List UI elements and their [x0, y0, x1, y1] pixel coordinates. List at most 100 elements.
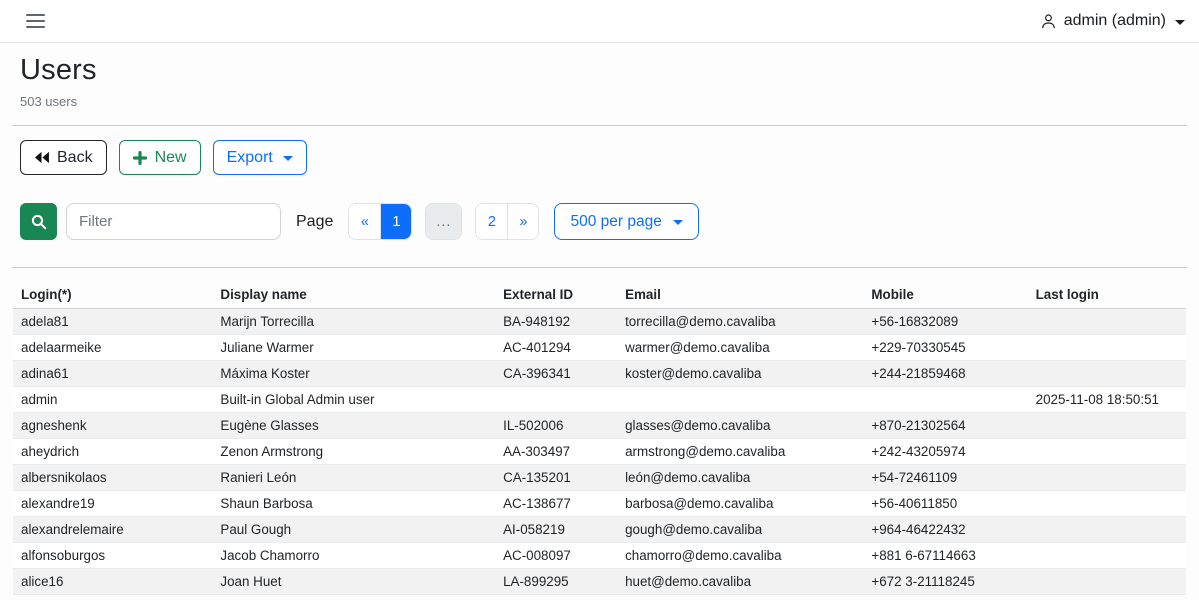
- table-cell: Zenon Armstrong: [212, 439, 495, 465]
- table-cell: AA-303497: [495, 439, 617, 465]
- table-cell: [1028, 543, 1186, 569]
- prev-page-button[interactable]: «: [349, 204, 380, 239]
- table-cell: AI-058219: [495, 517, 617, 543]
- table-header-row: Login(*) Display name External ID Email …: [13, 281, 1186, 309]
- table-cell: alexandrelemaire: [13, 517, 212, 543]
- column-header-external-id: External ID: [495, 281, 617, 309]
- table-cell: +56-16832089: [863, 309, 1027, 335]
- column-header-display-name: Display name: [212, 281, 495, 309]
- filter-row: Page « 1 ... 2 » 500 per page: [20, 203, 1191, 240]
- table-cell: huet@demo.cavaliba: [617, 569, 863, 595]
- table-cell: aheydrich: [13, 439, 212, 465]
- table-cell: Ranieri León: [212, 465, 495, 491]
- table-cell: +242-43205974: [863, 439, 1027, 465]
- pagination-group-current: « 1: [348, 203, 412, 240]
- users-table-body: adela81Marijn TorrecillaBA-948192torreci…: [13, 309, 1186, 595]
- table-row: alfonsoburgosJacob ChamorroAC-008097cham…: [13, 543, 1186, 569]
- page-label: Page: [296, 213, 333, 231]
- table-cell: adina61: [13, 361, 212, 387]
- table-cell: Joan Huet: [212, 569, 495, 595]
- table-row: alexandrelemairePaul GoughAI-058219gough…: [13, 517, 1186, 543]
- filter-input[interactable]: [66, 203, 281, 240]
- table-cell: Máxima Koster: [212, 361, 495, 387]
- table-cell: adelaarmeike: [13, 335, 212, 361]
- table-cell: +870-21302564: [863, 413, 1027, 439]
- table-cell: barbosa@demo.cavaliba: [617, 491, 863, 517]
- table-cell: armstrong@demo.cavaliba: [617, 439, 863, 465]
- table-row: adelaarmeikeJuliane WarmerAC-401294warme…: [13, 335, 1186, 361]
- table-cell: alice16: [13, 569, 212, 595]
- users-table: Login(*) Display name External ID Email …: [13, 281, 1186, 595]
- main-content: Users 503 users Back New Export: [0, 54, 1199, 595]
- table-cell: albersnikolaos: [13, 465, 212, 491]
- back-button-label: Back: [57, 150, 93, 166]
- export-button[interactable]: Export: [213, 140, 307, 175]
- page-2-button[interactable]: 2: [476, 204, 507, 239]
- table-cell: koster@demo.cavaliba: [617, 361, 863, 387]
- table-cell: AC-138677: [495, 491, 617, 517]
- table-cell: [1028, 335, 1186, 361]
- table-row: agneshenkEugène GlassesIL-502006glasses@…: [13, 413, 1186, 439]
- table-cell: gough@demo.cavaliba: [617, 517, 863, 543]
- table-cell: alfonsoburgos: [13, 543, 212, 569]
- table-cell: LA-899295: [495, 569, 617, 595]
- new-button-label: New: [155, 150, 187, 166]
- table-row: adminBuilt-in Global Admin user2025-11-0…: [13, 387, 1186, 413]
- table-cell: +56-40611850: [863, 491, 1027, 517]
- chevron-down-icon: [673, 220, 683, 225]
- table-cell: 2025-11-08 18:50:51: [1028, 387, 1186, 413]
- column-header-login: Login(*): [13, 281, 212, 309]
- plus-icon: [133, 151, 147, 165]
- chevron-down-icon: [283, 156, 293, 161]
- table-cell: +672 3-21118245: [863, 569, 1027, 595]
- table-cell: +881 6-67114663: [863, 543, 1027, 569]
- per-page-dropdown[interactable]: 500 per page: [554, 203, 698, 240]
- table-cell: Built-in Global Admin user: [212, 387, 495, 413]
- person-icon: [1040, 13, 1057, 30]
- new-button[interactable]: New: [119, 140, 201, 175]
- table-cell: CA-135201: [495, 465, 617, 491]
- table-cell: Shaun Barbosa: [212, 491, 495, 517]
- pagination-ellipsis: ...: [426, 204, 461, 239]
- table-row: alexandre19Shaun BarbosaAC-138677barbosa…: [13, 491, 1186, 517]
- search-button[interactable]: [20, 203, 57, 240]
- table-cell: [495, 387, 617, 413]
- table-cell: +964-46422432: [863, 517, 1027, 543]
- table-cell: torrecilla@demo.cavaliba: [617, 309, 863, 335]
- table-cell: agneshenk: [13, 413, 212, 439]
- toolbar: Back New Export: [20, 140, 1191, 175]
- table-cell: Marijn Torrecilla: [212, 309, 495, 335]
- search-icon: [31, 214, 47, 230]
- table-cell: CA-396341: [495, 361, 617, 387]
- pagination-group-ellipsis: ...: [425, 203, 462, 240]
- user-menu[interactable]: admin (admin): [1040, 12, 1185, 30]
- column-header-email: Email: [617, 281, 863, 309]
- export-button-label: Export: [227, 150, 273, 166]
- table-cell: warmer@demo.cavaliba: [617, 335, 863, 361]
- page-title: Users: [20, 54, 1191, 87]
- pagination-group-next: 2 »: [475, 203, 539, 240]
- table-row: aheydrichZenon ArmstrongAA-303497armstro…: [13, 439, 1186, 465]
- table-row: adela81Marijn TorrecillaBA-948192torreci…: [13, 309, 1186, 335]
- divider-table: [12, 267, 1187, 268]
- table-cell: glasses@demo.cavaliba: [617, 413, 863, 439]
- table-cell: +54-72461109: [863, 465, 1027, 491]
- table-cell: AC-008097: [495, 543, 617, 569]
- table-cell: AC-401294: [495, 335, 617, 361]
- next-page-button[interactable]: »: [507, 204, 538, 239]
- table-row: adina61Máxima KosterCA-396341koster@demo…: [13, 361, 1186, 387]
- table-cell: +244-21859468: [863, 361, 1027, 387]
- table-cell: +229-70330545: [863, 335, 1027, 361]
- table-cell: [1028, 569, 1186, 595]
- table-cell: alexandre19: [13, 491, 212, 517]
- page-1-button[interactable]: 1: [380, 204, 411, 239]
- table-cell: [1028, 361, 1186, 387]
- table-cell: león@demo.cavaliba: [617, 465, 863, 491]
- hamburger-menu-icon[interactable]: [24, 10, 47, 32]
- column-header-mobile: Mobile: [863, 281, 1027, 309]
- column-header-last-login: Last login: [1028, 281, 1186, 309]
- back-button[interactable]: Back: [20, 140, 107, 175]
- top-navbar: admin (admin): [0, 0, 1199, 43]
- table-cell: [1028, 413, 1186, 439]
- table-cell: [1028, 491, 1186, 517]
